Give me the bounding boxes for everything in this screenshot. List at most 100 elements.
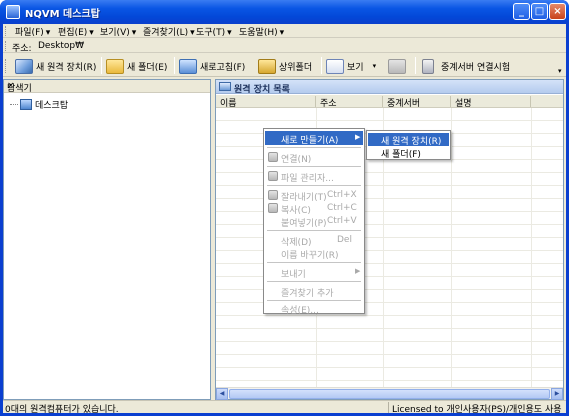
device-list-header: 원격 장치 목록 bbox=[216, 80, 563, 95]
submenu-new-folder-label: 새 폴더(F) bbox=[381, 150, 421, 160]
grid-column-line bbox=[451, 108, 452, 388]
ctx-add-favorite-label: 즐겨찾기 추가 bbox=[281, 289, 334, 299]
grid-column-line bbox=[531, 108, 532, 388]
device-list-title: 원격 장치 목록 bbox=[234, 85, 290, 95]
ctx-rename[interactable]: 이름 바꾸기(R) bbox=[265, 246, 363, 261]
ctx-paste[interactable]: 붙여넣기(P) Ctrl+V bbox=[265, 214, 363, 229]
address-label: 주소: bbox=[12, 44, 32, 54]
minimize-button[interactable]: _ bbox=[513, 3, 530, 20]
addressbar-grip-icon bbox=[5, 41, 8, 51]
copy-icon bbox=[268, 203, 278, 213]
ctx-properties[interactable]: 속성(E)... bbox=[265, 301, 363, 316]
relay-test-label: 중계서버 연결시험 bbox=[441, 62, 511, 73]
submenu-new-remote[interactable]: 새 원격 장치(R) bbox=[368, 133, 449, 147]
explorer-close-icon[interactable]: × bbox=[7, 81, 15, 91]
ctx-copy[interactable]: 복사(C) Ctrl+C bbox=[265, 201, 363, 216]
menu-edit-label: 편집(E) bbox=[58, 28, 88, 38]
device-list-icon bbox=[219, 82, 231, 91]
toolbar-overflow-icon[interactable]: ▾ bbox=[558, 67, 562, 75]
grid-line bbox=[216, 315, 563, 316]
menu-separator bbox=[267, 281, 361, 282]
menu-view[interactable]: 보기(V) ▾ bbox=[100, 25, 136, 38]
refresh-button[interactable]: 새로고침(F) bbox=[179, 57, 245, 75]
ctx-copy-shortcut: Ctrl+C bbox=[327, 203, 357, 213]
scroll-thumb[interactable] bbox=[229, 389, 550, 399]
up-folder-icon bbox=[258, 58, 276, 74]
grid-line bbox=[216, 354, 563, 355]
scroll-right-icon[interactable]: ▶ bbox=[551, 388, 563, 400]
column-address[interactable]: 주소 bbox=[316, 96, 383, 109]
status-bar: 0대의 원격컴퓨터가 있습니다. Licensed to 개인사용자(PS)/개… bbox=[3, 400, 566, 415]
folder-icon bbox=[106, 58, 124, 74]
window-title: NQVM 데스크탑 bbox=[25, 9, 100, 20]
desktop-icon bbox=[20, 99, 32, 110]
ctx-delete[interactable]: 삭제(D) Del bbox=[265, 233, 363, 248]
ctx-delete-shortcut: Del bbox=[337, 235, 352, 245]
address-field[interactable]: Desktop₩ bbox=[38, 41, 84, 51]
menu-help[interactable]: 도움말(H) ▾ bbox=[239, 25, 284, 38]
submenu-new-folder[interactable]: 새 폴더(F) bbox=[368, 146, 449, 160]
app-icon[interactable] bbox=[6, 5, 20, 19]
title-bar[interactable]: NQVM 데스크탑 _ □ × bbox=[0, 0, 569, 24]
menu-view-label: 보기(V) bbox=[100, 28, 130, 38]
new-remote-button[interactable]: 새 원격 장치(R) bbox=[15, 57, 96, 75]
column-description[interactable]: 설명 bbox=[451, 96, 531, 109]
relay-server-icon bbox=[422, 58, 434, 74]
grid-line bbox=[216, 380, 563, 381]
relay-test-button[interactable]: 중계서버 연결시험 bbox=[422, 57, 510, 75]
tree-item-desktop[interactable]: 데스크탑 bbox=[10, 98, 68, 111]
menu-file[interactable]: 파일(F) ▾ bbox=[15, 25, 50, 38]
grid-line bbox=[216, 328, 563, 329]
menu-separator bbox=[267, 147, 361, 148]
explorer-pane: 탐색기 × 데스크탑 bbox=[3, 79, 211, 400]
ctx-cut-shortcut: Ctrl+X bbox=[327, 190, 357, 200]
ctx-new[interactable]: 새로 만들기(A) ▶ bbox=[265, 131, 363, 146]
menu-separator bbox=[267, 185, 361, 186]
menu-edit[interactable]: 편집(E) ▾ bbox=[58, 25, 94, 38]
menu-help-label: 도움말(H) bbox=[239, 28, 278, 38]
refresh-icon bbox=[179, 58, 197, 74]
close-button[interactable]: × bbox=[549, 3, 566, 20]
view-dropdown-icon[interactable]: ▾ bbox=[373, 62, 377, 70]
ctx-file-manager[interactable]: 파일 관리자... bbox=[265, 169, 363, 184]
connect-icon bbox=[268, 152, 278, 162]
ctx-connect-label: 연결(N) bbox=[281, 155, 312, 165]
menu-tools[interactable]: 도구(T) ▾ bbox=[196, 25, 232, 38]
disabled-toolbar-button[interactable] bbox=[388, 57, 409, 75]
ctx-paste-label: 붙여넣기(P) bbox=[281, 219, 327, 229]
ctx-add-favorite[interactable]: 즐겨찾기 추가 bbox=[265, 284, 363, 299]
up-folder-button[interactable]: 상위폴더 bbox=[258, 57, 312, 75]
submenu-arrow-icon: ▶ bbox=[355, 267, 361, 275]
menu-separator bbox=[267, 262, 361, 263]
ctx-connect[interactable]: 연결(N) bbox=[265, 150, 363, 165]
menu-separator bbox=[267, 166, 361, 167]
tree-line bbox=[10, 104, 18, 105]
ctx-cut[interactable]: 잘라내기(T) Ctrl+X bbox=[265, 188, 363, 203]
view-icon bbox=[326, 58, 344, 74]
submenu-arrow-icon: ▶ bbox=[355, 133, 361, 141]
toolbar-grip-icon bbox=[5, 59, 8, 73]
new-remote-label: 새 원격 장치(R) bbox=[36, 62, 97, 73]
status-device-count: 0대의 원격컴퓨터가 있습니다. bbox=[5, 405, 119, 415]
ctx-new-label: 새로 만들기(A) bbox=[281, 136, 339, 146]
view-button[interactable]: 보기 ▾ bbox=[326, 57, 376, 75]
maximize-button[interactable]: □ bbox=[531, 3, 548, 20]
menu-favorites-label: 즐겨찾기(L) bbox=[143, 28, 189, 38]
ctx-send-to[interactable]: 보내기 ▶ bbox=[265, 265, 363, 280]
column-header-row: 이름 주소 중계서버 설명 bbox=[216, 95, 563, 109]
column-relay[interactable]: 중계서버 bbox=[383, 96, 451, 109]
connect-icon bbox=[388, 58, 406, 74]
remote-device-icon bbox=[15, 58, 33, 74]
ctx-send-to-label: 보내기 bbox=[281, 270, 306, 280]
column-name[interactable]: 이름 bbox=[216, 96, 316, 109]
view-label: 보기 bbox=[347, 62, 364, 73]
grid-line bbox=[216, 341, 563, 342]
menu-separator bbox=[267, 230, 361, 231]
toolbar: 새 원격 장치(R) 새 폴더(E) 새로고침(F) 상위폴더 보기 ▾ 중계서… bbox=[3, 54, 566, 77]
menu-file-label: 파일(F) bbox=[15, 28, 44, 38]
new-folder-button[interactable]: 새 폴더(E) bbox=[106, 57, 167, 75]
scroll-left-icon[interactable]: ◀ bbox=[216, 388, 228, 400]
menu-favorites[interactable]: 즐겨찾기(L) ▾ bbox=[143, 25, 195, 38]
status-divider bbox=[388, 402, 389, 413]
horizontal-scrollbar[interactable]: ◀ ▶ bbox=[216, 387, 563, 400]
